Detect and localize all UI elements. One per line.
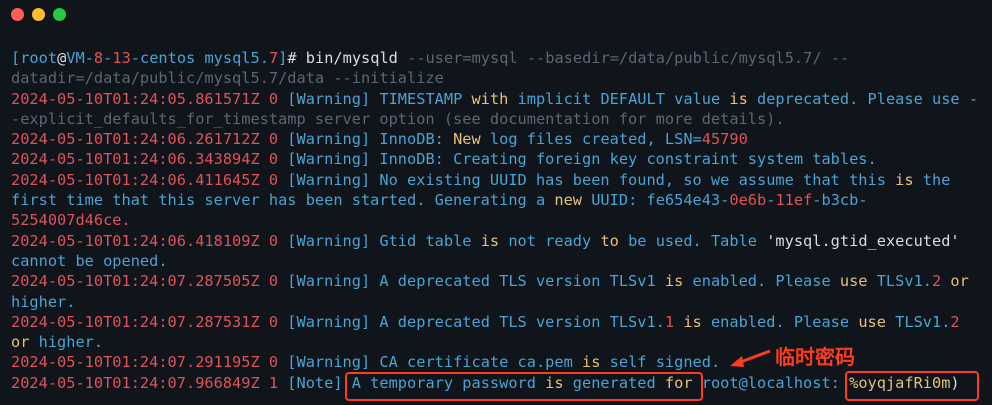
terminal-line-7: 2024-05-10T01:24:06.411645Z 0 [Warning] … [11, 170, 951, 189]
terminal-line-13: higher. [11, 292, 76, 311]
terminal-line-6: 2024-05-10T01:24:06.343894Z 0 [Warning] … [11, 150, 877, 169]
terminal-line-8: first time that this server has been sta… [11, 191, 868, 210]
terminal-line-1: [root@VM-8-13-centos mysql5.7]# bin/mysq… [11, 49, 850, 67]
terminal-line-2: datadir=/data/public/mysql5.7/data --ini… [11, 69, 444, 88]
terminal-line-3: 2024-05-10T01:24:05.861571Z 0 [Warning] … [11, 89, 979, 108]
annotation-label: 临时密码 [775, 345, 855, 369]
terminal-window: [root@VM-8-13-centos mysql5.7]# bin/mysq… [0, 0, 992, 405]
highlight-box-password [845, 371, 979, 401]
terminal-line-11: cannot be opened. [11, 251, 168, 270]
annotation-arrow-icon [730, 349, 771, 367]
terminal-line-9: 5254007d46ce. [11, 211, 131, 230]
terminal-line-10: 2024-05-10T01:24:06.418109Z 0 [Warning] … [11, 231, 960, 250]
terminal-line-4: -explicit_defaults_for_timestamp server … [11, 109, 785, 128]
titlebar [0, 0, 992, 30]
minimize-button[interactable] [32, 8, 45, 21]
close-button[interactable] [11, 8, 24, 21]
zoom-button[interactable] [53, 8, 66, 21]
terminal-line-12: 2024-05-10T01:24:07.287505Z 0 [Warning] … [11, 272, 969, 291]
highlight-box-message [345, 372, 703, 401]
terminal-line-5: 2024-05-10T01:24:06.261712Z 0 [Warning] … [11, 130, 748, 149]
terminal-line-14: 2024-05-10T01:24:07.287531Z 0 [Warning] … [11, 312, 960, 331]
